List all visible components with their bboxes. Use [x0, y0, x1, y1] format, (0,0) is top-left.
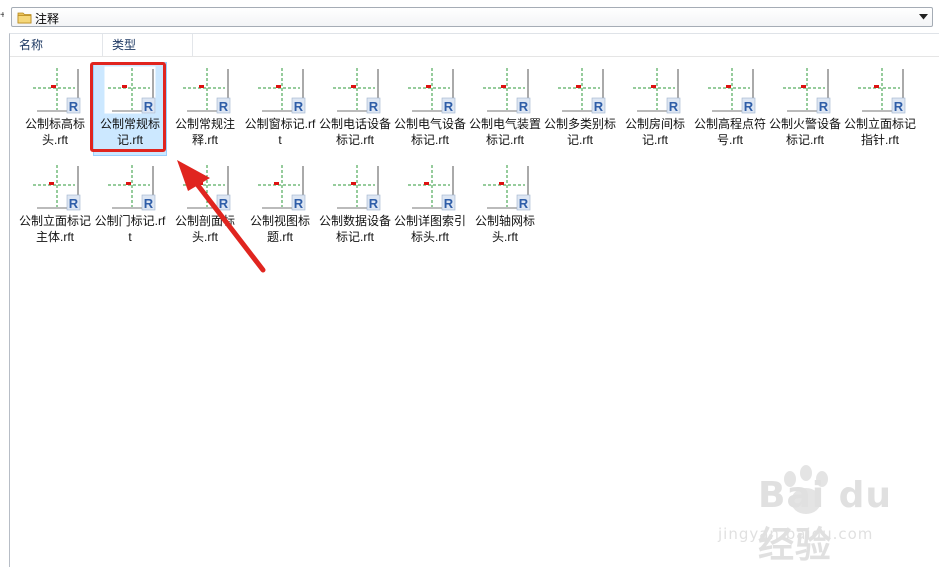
svg-text:R: R: [219, 196, 229, 211]
file-name-label: 公制常规标记.rft: [99, 117, 160, 147]
file-item[interactable]: R 公制窗标记.rft: [244, 63, 316, 155]
file-item[interactable]: R 公制常规注释.rft: [169, 63, 241, 155]
file-item[interactable]: R 公制常规标记.rft: [93, 62, 167, 156]
rft-family-thumbnail-icon: R: [104, 66, 156, 114]
file-name-label: 公制立面标记主体.rft: [19, 214, 92, 244]
file-name-label: 公制多类别标记.rft: [544, 117, 617, 147]
rft-family-thumbnail-icon: R: [254, 66, 306, 114]
svg-text:R: R: [144, 196, 154, 211]
rft-family-thumbnail-icon: R: [179, 66, 231, 114]
file-item[interactable]: R 公制剖面标头.rft: [169, 160, 241, 252]
file-name-label: 公制数据设备标记.rft: [319, 214, 392, 244]
file-name-label: 公制电气装置标记.rft: [469, 117, 542, 147]
watermark-url: jingyan.baidu.com: [718, 525, 874, 543]
file-item[interactable]: R 公制电话设备标记.rft: [319, 63, 391, 155]
file-name-label: 公制常规注释.rft: [174, 117, 235, 147]
file-name-label: 公制视图标题.rft: [249, 214, 310, 244]
file-name-label: 公制立面标记指针.rft: [844, 117, 917, 147]
rft-family-thumbnail-icon: R: [479, 66, 531, 114]
svg-text:R: R: [519, 196, 529, 211]
svg-text:R: R: [894, 99, 904, 114]
rft-family-thumbnail-icon: R: [854, 66, 906, 114]
file-item[interactable]: R 公制电气装置标记.rft: [469, 63, 541, 155]
file-item[interactable]: R 公制高程点符号.rft: [694, 63, 766, 155]
file-item[interactable]: R 公制视图标题.rft: [244, 160, 316, 252]
file-name-label: 公制详图索引标头.rft: [394, 214, 467, 244]
column-header-type[interactable]: 类型: [103, 34, 193, 56]
svg-text:R: R: [369, 196, 379, 211]
file-item[interactable]: R 公制立面标记指针.rft: [844, 63, 916, 155]
svg-text:R: R: [369, 99, 379, 114]
file-name-label: 公制电话设备标记.rft: [319, 117, 392, 147]
rft-family-thumbnail-icon: R: [629, 66, 681, 114]
rft-family-thumbnail-icon: R: [29, 66, 81, 114]
svg-text:R: R: [69, 99, 79, 114]
rft-family-thumbnail-icon: R: [704, 66, 756, 114]
rft-family-thumbnail-icon: R: [29, 163, 81, 211]
rft-family-thumbnail-icon: R: [254, 163, 306, 211]
svg-text:R: R: [444, 99, 454, 114]
file-item[interactable]: R 公制多类别标记.rft: [544, 63, 616, 155]
svg-text:R: R: [744, 99, 754, 114]
svg-text:R: R: [294, 99, 304, 114]
svg-text:R: R: [444, 196, 454, 211]
svg-text:R: R: [219, 99, 229, 114]
rft-family-thumbnail-icon: R: [329, 163, 381, 211]
rft-family-thumbnail-icon: R: [179, 163, 231, 211]
file-item[interactable]: R 公制标高标头.rft: [19, 63, 91, 155]
file-name-label: 公制高程点符号.rft: [694, 117, 767, 147]
rft-family-thumbnail-icon: R: [779, 66, 831, 114]
file-item[interactable]: R 公制轴网标头.rft: [469, 160, 541, 252]
file-item[interactable]: R 公制立面标记主体.rft: [19, 160, 91, 252]
file-item[interactable]: R 公制门标记.rft: [94, 160, 166, 252]
rft-family-thumbnail-icon: R: [104, 163, 156, 211]
file-name-label: 公制房间标记.rft: [624, 117, 685, 147]
svg-text:R: R: [294, 196, 304, 211]
rft-family-thumbnail-icon: R: [404, 163, 456, 211]
file-name-label: 公制轴网标头.rft: [474, 214, 535, 244]
rft-family-thumbnail-icon: R: [404, 66, 456, 114]
watermark-brand: Bai du 经验: [758, 475, 893, 566]
rft-family-thumbnail-icon: R: [479, 163, 531, 211]
file-item[interactable]: R 公制火警设备标记.rft: [769, 63, 841, 155]
file-name-label: 公制电气设备标记.rft: [394, 117, 467, 147]
svg-text:R: R: [819, 99, 829, 114]
file-item[interactable]: R 公制电气设备标记.rft: [394, 63, 466, 155]
watermark: Bai du 经验 jingyan.baidu.com: [718, 465, 893, 566]
svg-text:R: R: [519, 99, 529, 114]
rft-family-thumbnail-icon: R: [329, 66, 381, 114]
window-edge-fragment: +: [0, 10, 4, 21]
folder-icon: [17, 11, 32, 24]
svg-text:R: R: [69, 196, 79, 211]
current-folder-name: 注释: [35, 12, 60, 26]
file-name-label: 公制火警设备标记.rft: [769, 117, 842, 147]
svg-text:R: R: [669, 99, 679, 114]
column-header-bar: 名称 类型: [10, 34, 939, 57]
rft-family-thumbnail-icon: R: [554, 66, 606, 114]
file-item[interactable]: R 公制数据设备标记.rft: [319, 160, 391, 252]
chevron-down-icon[interactable]: [917, 10, 930, 24]
address-bar[interactable]: 注释: [11, 7, 933, 27]
file-name-label: 公制窗标记.rft: [244, 117, 316, 147]
svg-text:R: R: [594, 99, 604, 114]
file-item[interactable]: R 公制详图索引标头.rft: [394, 160, 466, 252]
svg-text:R: R: [144, 99, 154, 114]
file-name-label: 公制门标记.rft: [94, 214, 166, 244]
file-name-label: 公制剖面标头.rft: [174, 214, 235, 244]
column-header-name[interactable]: 名称: [10, 34, 103, 56]
file-name-label: 公制标高标头.rft: [24, 117, 85, 147]
file-item[interactable]: R 公制房间标记.rft: [619, 63, 691, 155]
